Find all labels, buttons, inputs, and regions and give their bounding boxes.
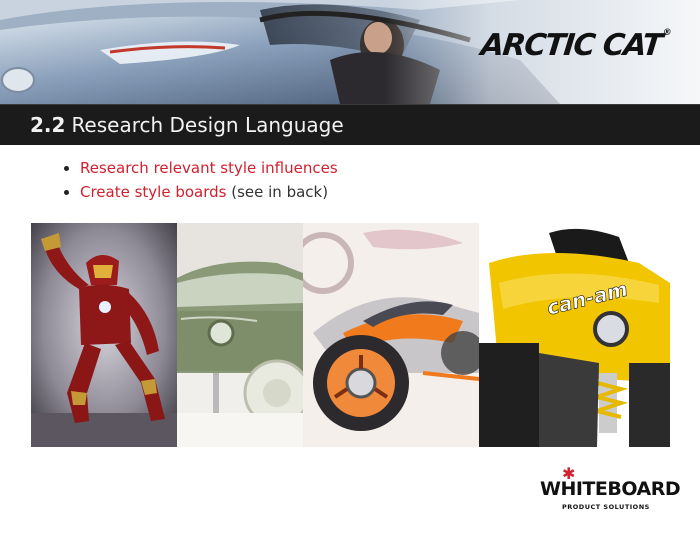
bullet-text: Research relevant style influences: [80, 159, 338, 177]
bullet-note: (see in back): [226, 183, 329, 201]
bullet-dot-icon: [64, 190, 69, 195]
section-number: 2.2: [30, 113, 66, 137]
bullet-dot-icon: [64, 166, 69, 171]
can-am-atv-image: can-am: [479, 223, 670, 447]
bullet-text: Create style boards: [80, 183, 227, 201]
bullet-item: Create style boards (see in back): [62, 180, 338, 204]
concept-motorcycle-sketch: [303, 223, 479, 447]
title-text: Research Design Language: [71, 113, 344, 137]
bullet-list: Research relevant style influences Creat…: [62, 156, 338, 204]
title-bar: 2.2 Research Design Language: [0, 104, 700, 145]
arctic-cat-logo: ARCTIC CAT®: [478, 28, 672, 63]
iron-man-image: [31, 223, 177, 447]
whiteboard-wordmark: WHITEBOARD: [540, 478, 681, 500]
header-banner: ARCTIC CAT®: [0, 0, 700, 104]
slide-title: 2.2 Research Design Language: [30, 113, 344, 137]
concept-car-image: [177, 223, 303, 447]
style-influence-gallery: can-am: [31, 223, 670, 447]
bullet-item: Research relevant style influences: [62, 156, 338, 180]
whiteboard-subtitle: PRODUCT SOLUTIONS: [562, 503, 650, 511]
whiteboard-logo: ✱ WHITEBOARD PRODUCT SOLUTIONS: [540, 466, 681, 514]
